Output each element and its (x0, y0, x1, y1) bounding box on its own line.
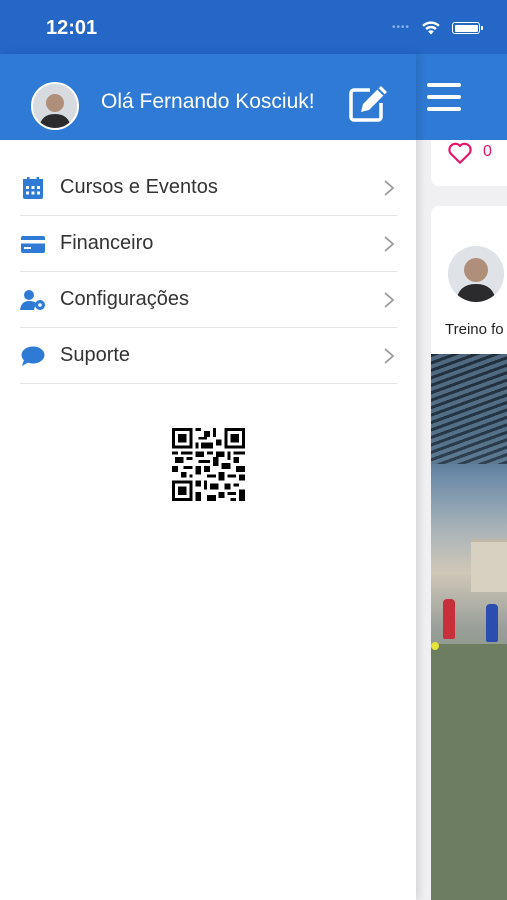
qr-code-icon[interactable] (172, 428, 245, 501)
wifi-icon (422, 21, 440, 35)
menu-item-financeiro[interactable]: Financeiro (20, 216, 397, 272)
calendar-icon (23, 177, 43, 199)
chevron-right-icon (384, 180, 395, 196)
signal-icon: •••• (392, 22, 411, 33)
greeting-text: Olá Fernando Kosciuk! (101, 90, 315, 113)
menu-item-configuracoes[interactable]: Configurações (20, 272, 397, 328)
menu-item-label: Configurações (60, 288, 189, 310)
battery-icon (452, 22, 483, 34)
credit-card-icon (21, 236, 45, 253)
main-content: 0 Treino fo (416, 54, 507, 900)
hamburger-menu-icon[interactable] (427, 83, 461, 111)
drawer-header: Olá Fernando Kosciuk! (0, 54, 416, 140)
user-avatar[interactable] (31, 82, 79, 130)
like-count: 0 (483, 143, 492, 160)
menu-item-label: Financeiro (60, 232, 154, 254)
menu-item-label: Suporte (60, 344, 131, 366)
chevron-right-icon (384, 348, 395, 364)
post-photo[interactable] (431, 354, 507, 900)
chevron-right-icon (384, 292, 395, 308)
status-bar: 12:01 •••• (0, 0, 507, 54)
heart-icon[interactable] (447, 140, 473, 166)
post-author-avatar[interactable] (448, 246, 504, 302)
chevron-right-icon (384, 236, 395, 252)
status-time: 12:01 (46, 17, 98, 39)
menu-item-cursos-eventos[interactable]: Cursos e Eventos (20, 160, 397, 216)
menu-item-suporte[interactable]: Suporte (20, 328, 397, 384)
post-caption: Treino fo (445, 321, 504, 338)
main-header (416, 54, 507, 140)
edit-profile-icon[interactable] (348, 83, 390, 123)
side-drawer: Olá Fernando Kosciuk! Cursos e Eventos F… (0, 54, 416, 900)
menu-item-label: Cursos e Eventos (60, 176, 218, 198)
drawer-menu: Cursos e Eventos Financeiro Configuraçõe… (20, 160, 397, 384)
user-settings-icon (20, 290, 45, 310)
chat-bubble-icon (21, 346, 45, 366)
